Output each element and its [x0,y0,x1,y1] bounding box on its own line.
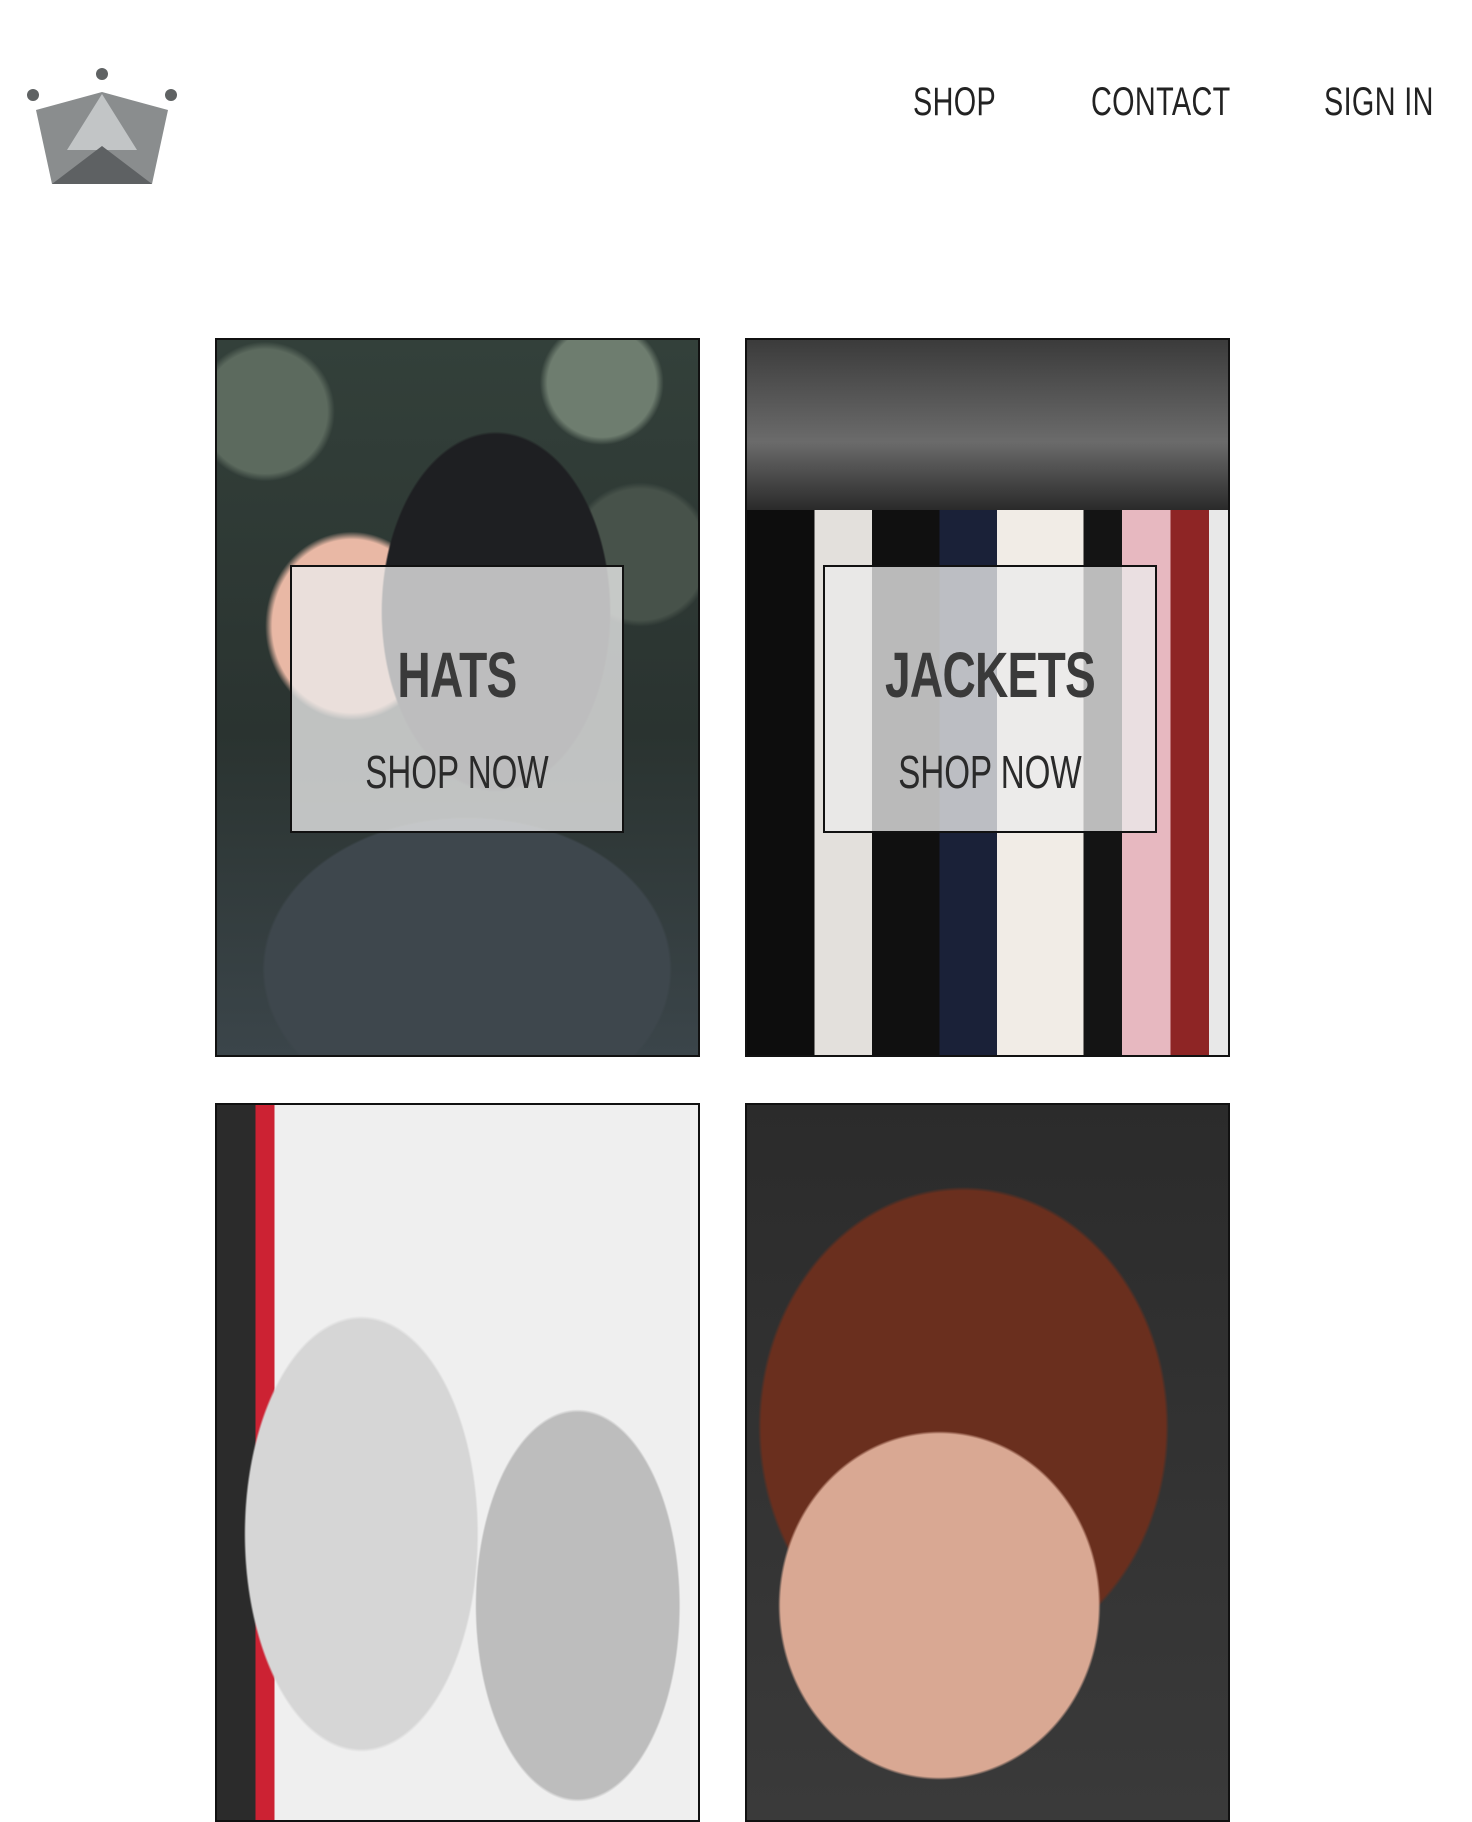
shop-now-link[interactable]: SHOP NOW [871,747,1109,797]
nav-shop-link[interactable]: SHOP [913,74,996,130]
category-tile-jackets[interactable]: JACKETS SHOP NOW [745,338,1230,1057]
nav-contact-link[interactable]: CONTACT [1091,74,1231,130]
category-title: JACKETS [884,639,1096,711]
nav-sign-in-link[interactable]: SIGN IN [1324,74,1434,130]
sneakers-photo [217,1105,698,1820]
category-tile-hats[interactable]: HATS SHOP NOW [215,338,700,1057]
category-overlay: HATS SHOP NOW [290,565,624,833]
site-header: SHOP CONTACT SIGN IN [0,0,1472,220]
main-nav: SHOP CONTACT SIGN IN [0,74,1472,130]
shop-now-link[interactable]: SHOP NOW [338,747,576,797]
category-title: HATS [397,639,517,711]
portrait-photo [747,1105,1228,1820]
category-tile-sneakers[interactable] [215,1103,700,1822]
category-tile-portrait[interactable] [745,1103,1230,1822]
category-overlay: JACKETS SHOP NOW [823,565,1157,833]
